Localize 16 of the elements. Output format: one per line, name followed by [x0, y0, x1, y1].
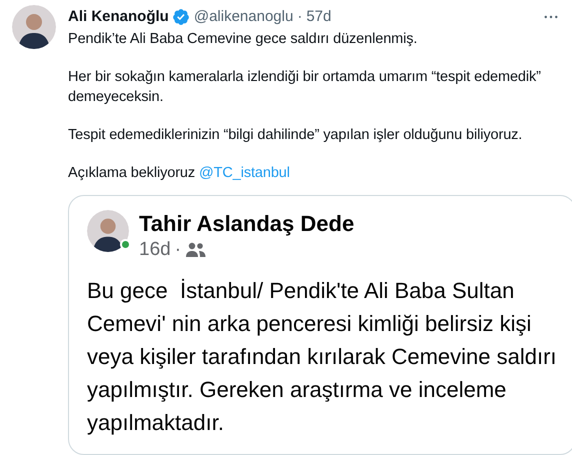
avatar	[87, 210, 129, 252]
author-name[interactable]: Ali Kenanoğlu	[68, 6, 169, 28]
post-body: Bu gece İstanbul/ Pendik'te Ali Baba Sultan Cemevi' nin arka penceresi kimliği belirsiz kişi veya kişiler tarafından kırılarak Cemevine saldırı yapılmıştır. Gereken araştırma ve inceleme yapılmaktadır.	[87, 277, 557, 437]
post-time: 16d	[139, 238, 171, 262]
avatar	[12, 5, 56, 49]
separator: ·	[297, 6, 302, 27]
author-handle[interactable]: @alikenanoglu	[194, 6, 294, 28]
tweet-text: Pendik’te Ali Baba Cemevine gece saldırı düzenlenmiş.	[68, 30, 418, 49]
tweet-text: Tespit edemediklerinizin “bilgi dahilinde” yapılan işler olduğunu biliyoruz.	[68, 126, 524, 145]
tweet-text: Açıklama bekliyoruz @TC_istanbul	[68, 164, 291, 183]
friends-icon	[185, 242, 208, 258]
timestamp[interactable]: 57d	[306, 6, 332, 28]
embedded-image[interactable]	[68, 195, 572, 455]
post-author: Tahir Aslandaş Dede	[139, 210, 354, 238]
tweet-text: Her bir sokağın kameralarla izlendiği bir ortamda umarım “tespit edemedik” demeyeceksin.	[68, 68, 542, 107]
separator: ·	[174, 238, 182, 262]
